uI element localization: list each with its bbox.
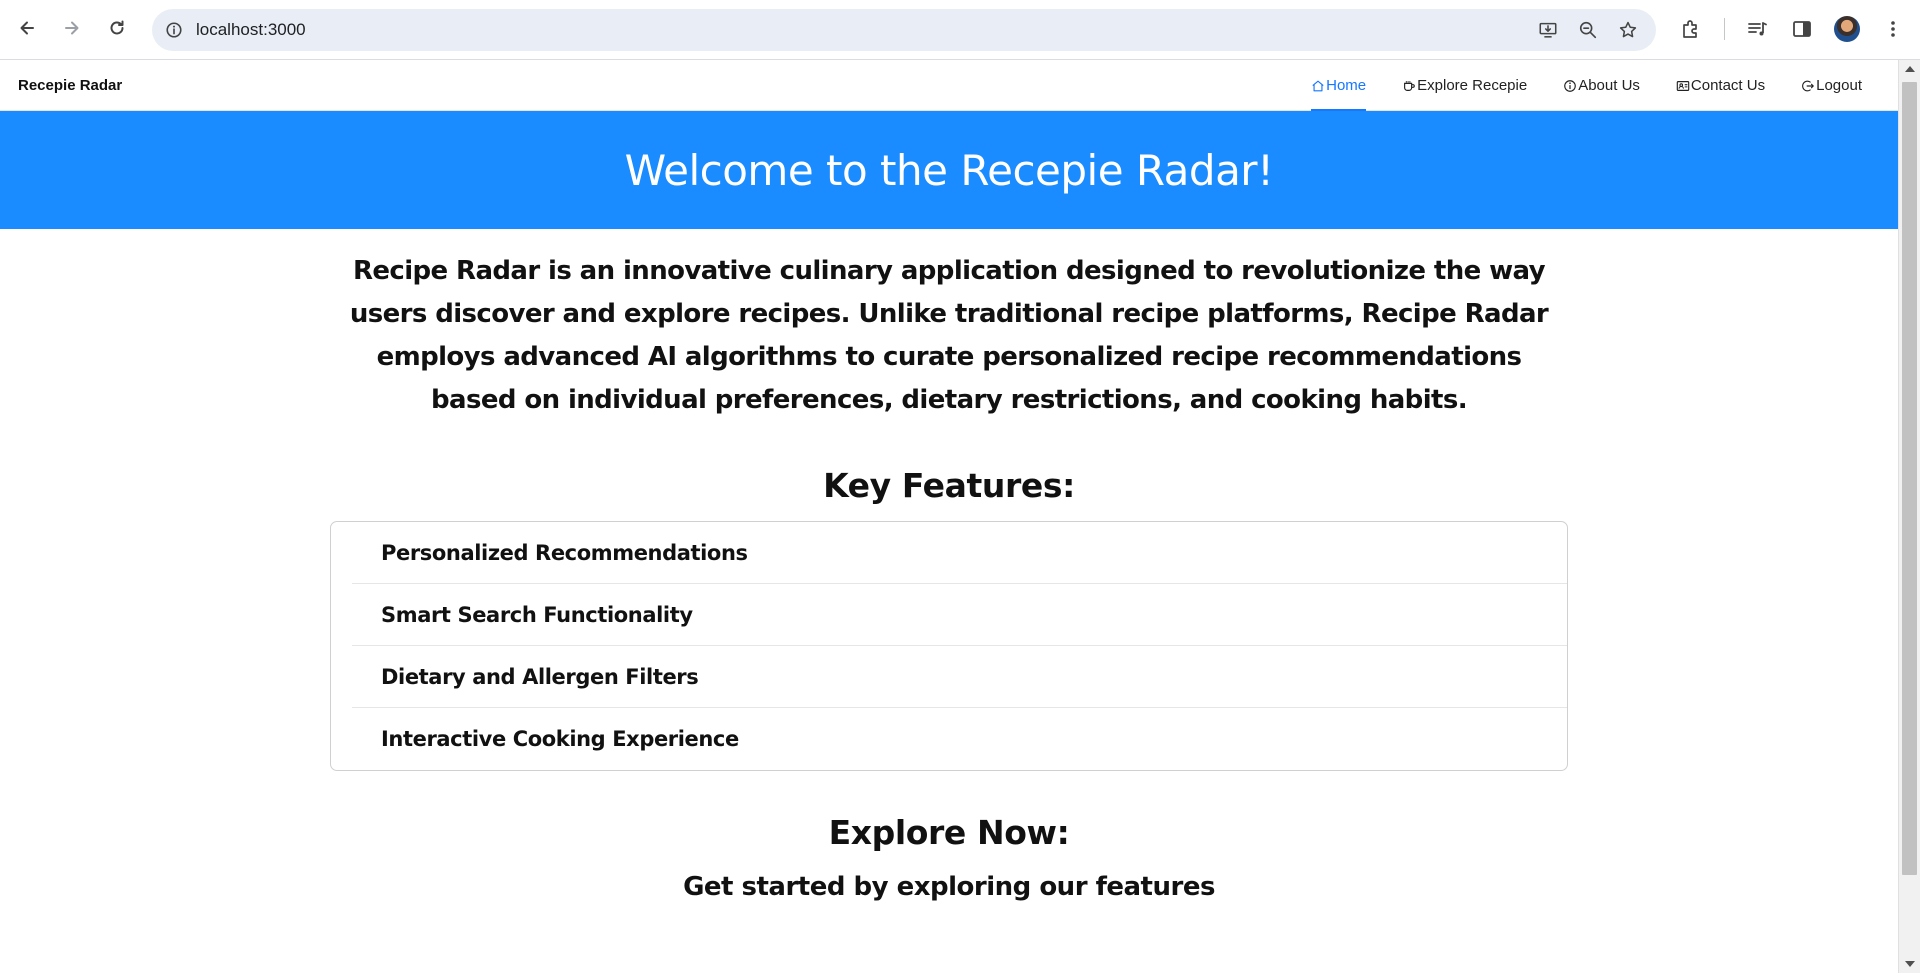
nav-link-about-us[interactable]: About Us xyxy=(1545,60,1658,111)
more-menu-icon[interactable] xyxy=(1880,16,1906,42)
features-list: Personalized Recommendations Smart Searc… xyxy=(330,521,1568,771)
home-icon xyxy=(1312,80,1324,91)
key-features-heading: Key Features: xyxy=(823,466,1075,505)
scroll-up-arrow-icon[interactable] xyxy=(1905,66,1915,72)
site-navbar: Recepie Radar Home Explore Recepie About… xyxy=(0,60,1898,111)
profile-avatar[interactable] xyxy=(1834,16,1860,42)
main-content: Recipe Radar is an innovative culinary a… xyxy=(330,250,1568,902)
explore-subtitle: Get started by exploring our features xyxy=(683,872,1215,902)
feature-item: Dietary and Allergen Filters xyxy=(352,646,1567,708)
feature-item: Smart Search Functionality xyxy=(352,584,1567,646)
zoom-icon[interactable] xyxy=(1576,18,1600,42)
url-text: localhost:3000 xyxy=(196,20,306,39)
nav-link-label: Home xyxy=(1326,77,1367,94)
toolbar-separator xyxy=(1724,18,1725,40)
install-app-icon[interactable] xyxy=(1536,18,1560,42)
extensions-icon[interactable] xyxy=(1678,16,1704,42)
nav-link-label: Contact Us xyxy=(1690,77,1766,94)
media-control-icon[interactable] xyxy=(1744,16,1770,42)
cup-icon xyxy=(1404,80,1415,91)
contact-card-icon xyxy=(1676,80,1690,91)
nav-link-home[interactable]: Home xyxy=(1293,60,1384,111)
hero-banner: Welcome to the Recepie Radar! xyxy=(0,111,1898,229)
forward-arrow-icon[interactable] xyxy=(58,14,86,42)
feature-item: Interactive Cooking Experience xyxy=(381,727,739,751)
nav-link-label: About Us xyxy=(1578,77,1640,94)
site-info-icon[interactable] xyxy=(162,18,186,42)
feature-item: Personalized Recommendations xyxy=(352,522,1567,584)
info-icon xyxy=(1564,79,1577,92)
bookmark-star-icon[interactable] xyxy=(1616,18,1640,42)
nav-link-contact-us[interactable]: Contact Us xyxy=(1658,60,1783,111)
nav-menu: Home Explore Recepie About Us Contact Us… xyxy=(1293,60,1880,111)
page-scrollbar[interactable] xyxy=(1898,60,1920,973)
browser-toolbar: localhost:3000 xyxy=(0,0,1920,60)
scroll-down-arrow-icon[interactable] xyxy=(1905,961,1915,967)
nav-link-logout[interactable]: Logout xyxy=(1783,60,1880,111)
address-bar[interactable]: localhost:3000 xyxy=(152,9,1656,51)
explore-heading: Explore Now: xyxy=(828,813,1070,852)
logout-icon xyxy=(1802,80,1814,91)
nav-link-label: Logout xyxy=(1816,77,1862,94)
back-arrow-icon[interactable] xyxy=(13,14,41,42)
hero-title: Welcome to the Recepie Radar! xyxy=(624,145,1274,195)
brand-logo-text[interactable]: Recepie Radar xyxy=(18,77,122,94)
intro-paragraph: Recipe Radar is an innovative culinary a… xyxy=(349,256,1549,415)
nav-link-explore-recepie[interactable]: Explore Recepie xyxy=(1384,60,1545,111)
reload-icon[interactable] xyxy=(103,14,131,42)
nav-link-label: Explore Recepie xyxy=(1417,77,1528,94)
side-panel-icon[interactable] xyxy=(1789,16,1815,42)
scrollbar-thumb[interactable] xyxy=(1902,82,1917,875)
